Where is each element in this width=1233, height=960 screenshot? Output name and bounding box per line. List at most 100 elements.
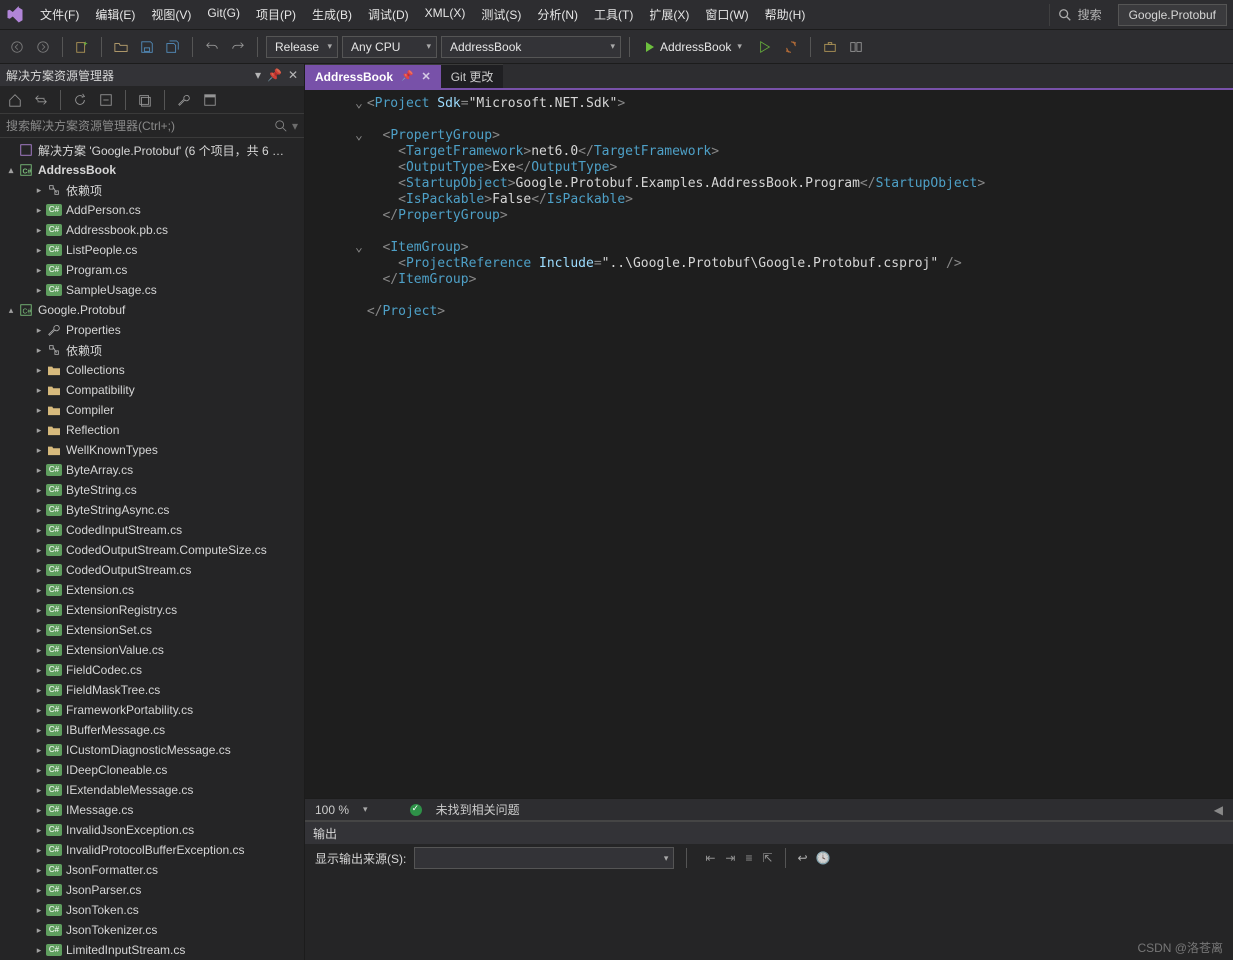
tree-item[interactable]: 解决方案 'Google.Protobuf' (6 个项目，共 6 … xyxy=(0,140,304,160)
expand-icon[interactable]: ▸ xyxy=(32,465,46,476)
expand-icon[interactable]: ▸ xyxy=(32,845,46,856)
tree-item[interactable]: ▸依赖项 xyxy=(0,340,304,360)
code-line[interactable]: <OutputType>Exe</OutputType> xyxy=(315,160,1233,176)
code-line[interactable]: </ItemGroup> xyxy=(315,272,1233,288)
pin-icon[interactable]: 📌 xyxy=(267,68,282,82)
solution-crumb[interactable]: Google.Protobuf xyxy=(1118,4,1227,26)
properties-icon[interactable] xyxy=(173,89,195,111)
expand-icon[interactable]: ▸ xyxy=(32,945,46,956)
tree-item[interactable]: ▸C#JsonToken.cs xyxy=(0,900,304,920)
configuration-combo[interactable]: Release xyxy=(266,36,338,58)
expand-icon[interactable]: ▴ xyxy=(4,165,18,176)
indent-right-icon[interactable]: ⇥ xyxy=(725,851,735,865)
expand-icon[interactable]: ▸ xyxy=(32,325,46,336)
menu-item-11[interactable]: 扩展(X) xyxy=(641,2,697,27)
tree-item[interactable]: ▸C#IBufferMessage.cs xyxy=(0,720,304,740)
tree-item[interactable]: ▸C#JsonParser.cs xyxy=(0,880,304,900)
expand-icon[interactable]: ▸ xyxy=(32,485,46,496)
expand-icon[interactable]: ▸ xyxy=(32,265,46,276)
menu-item-2[interactable]: 视图(V) xyxy=(143,2,199,27)
refresh-icon[interactable] xyxy=(69,89,91,111)
tree-item[interactable]: ▸C#ByteString.cs xyxy=(0,480,304,500)
code-line[interactable]: <ProjectReference Include="..\Google.Pro… xyxy=(315,256,1233,272)
expand-icon[interactable]: ▸ xyxy=(32,445,46,456)
tree-item[interactable]: ▸C#ICustomDiagnosticMessage.cs xyxy=(0,740,304,760)
expand-icon[interactable]: ▸ xyxy=(32,785,46,796)
tree-item[interactable]: ▸C#AddPerson.cs xyxy=(0,200,304,220)
tab-git-changes[interactable]: Git 更改 xyxy=(441,64,504,88)
expand-icon[interactable]: ▸ xyxy=(32,545,46,556)
expand-icon[interactable]: ▸ xyxy=(32,385,46,396)
tree-item[interactable]: ▸C#InvalidProtocolBufferException.cs xyxy=(0,840,304,860)
new-item-icon[interactable] xyxy=(71,36,93,58)
expand-icon[interactable]: ▸ xyxy=(32,425,46,436)
code-line[interactable]: <TargetFramework>net6.0</TargetFramework… xyxy=(315,144,1233,160)
indent-left-icon[interactable]: ⇤ xyxy=(705,851,715,865)
tree-item[interactable]: ▸C#InvalidJsonException.cs xyxy=(0,820,304,840)
tree-item[interactable]: ▸C#CodedOutputStream.ComputeSize.cs xyxy=(0,540,304,560)
tree-item[interactable]: ▸C#Extension.cs xyxy=(0,580,304,600)
open-icon[interactable] xyxy=(110,36,132,58)
menu-item-7[interactable]: XML(X) xyxy=(417,2,474,27)
tab-addressbook[interactable]: AddressBook 📌 ✕ xyxy=(305,64,441,88)
tree-item[interactable]: ▸C#CodedInputStream.cs xyxy=(0,520,304,540)
start-nodebug-icon[interactable] xyxy=(754,36,776,58)
expand-icon[interactable]: ▸ xyxy=(32,825,46,836)
save-all-icon[interactable] xyxy=(162,36,184,58)
tree-item[interactable]: ▸Compatibility xyxy=(0,380,304,400)
issues-text[interactable]: 未找到相关问题 xyxy=(436,801,520,818)
expand-icon[interactable]: ▸ xyxy=(32,345,46,356)
tree-item[interactable]: ▸C#IExtendableMessage.cs xyxy=(0,780,304,800)
expand-icon[interactable]: ▸ xyxy=(32,665,46,676)
tree-item[interactable]: ▸C#CodedOutputStream.cs xyxy=(0,560,304,580)
code-line[interactable]: ⌄<Project Sdk="Microsoft.NET.Sdk"> xyxy=(315,96,1233,112)
tree-item[interactable]: ▸C#ExtensionRegistry.cs xyxy=(0,600,304,620)
expand-icon[interactable]: ▸ xyxy=(32,365,46,376)
menu-search[interactable]: 搜索 xyxy=(1049,4,1110,26)
home-icon[interactable] xyxy=(4,89,26,111)
tree-item[interactable]: ▸C#FrameworkPortability.cs xyxy=(0,700,304,720)
panel-search[interactable]: 搜索解决方案资源管理器(Ctrl+;) ▾ xyxy=(0,114,304,138)
scroll-left-icon[interactable]: ◀ xyxy=(1214,803,1223,817)
code-editor[interactable]: ⌄<Project Sdk="Microsoft.NET.Sdk"> ⌄ <Pr… xyxy=(305,90,1233,798)
code-line[interactable]: ⌄ <PropertyGroup> xyxy=(315,128,1233,144)
tree-item[interactable]: ▸Reflection xyxy=(0,420,304,440)
hot-reload-icon[interactable] xyxy=(780,36,802,58)
preview-icon[interactable] xyxy=(199,89,221,111)
expand-icon[interactable]: ▸ xyxy=(32,405,46,416)
tree-item[interactable]: ▸C#FieldCodec.cs xyxy=(0,660,304,680)
menu-item-10[interactable]: 工具(T) xyxy=(586,2,641,27)
align-icon[interactable]: ≡ xyxy=(745,851,752,865)
menu-item-1[interactable]: 编辑(E) xyxy=(87,2,143,27)
output-source-combo[interactable] xyxy=(414,847,674,869)
code-line[interactable] xyxy=(315,288,1233,304)
wrap-icon[interactable]: ↩ xyxy=(798,851,808,865)
expand-icon[interactable]: ▸ xyxy=(32,905,46,916)
expand-icon[interactable]: ▸ xyxy=(32,885,46,896)
expand-icon[interactable]: ▸ xyxy=(32,765,46,776)
start-debug-button[interactable]: AddressBook ▾ xyxy=(638,36,750,58)
dropdown-icon[interactable]: ▾ xyxy=(255,68,261,82)
expand-icon[interactable]: ▸ xyxy=(32,245,46,256)
expand-icon[interactable]: ▸ xyxy=(32,225,46,236)
expand-icon[interactable]: ▴ xyxy=(4,305,18,316)
expand-icon[interactable]: ▸ xyxy=(32,805,46,816)
close-icon[interactable]: ✕ xyxy=(421,70,430,83)
tree-item[interactable]: ▸C#LimitedInputStream.cs xyxy=(0,940,304,960)
menu-item-3[interactable]: Git(G) xyxy=(199,2,248,27)
expand-icon[interactable]: ▸ xyxy=(32,205,46,216)
expand-icon[interactable]: ▸ xyxy=(32,505,46,516)
sync-icon[interactable] xyxy=(30,89,52,111)
code-line[interactable]: </PropertyGroup> xyxy=(315,208,1233,224)
tree-item[interactable]: ▸Collections xyxy=(0,360,304,380)
pin-icon[interactable]: 📌 xyxy=(401,71,413,82)
menu-item-9[interactable]: 分析(N) xyxy=(529,2,586,27)
tree-item[interactable]: ▸Compiler xyxy=(0,400,304,420)
solution-tree[interactable]: 解决方案 'Google.Protobuf' (6 个项目，共 6 …▴C#Ad… xyxy=(0,138,304,960)
tree-item[interactable]: ▸C#IDeepCloneable.cs xyxy=(0,760,304,780)
tree-item[interactable]: ▸C#ExtensionSet.cs xyxy=(0,620,304,640)
tree-item[interactable]: ▸C#Program.cs xyxy=(0,260,304,280)
close-icon[interactable]: ✕ xyxy=(288,68,298,82)
menu-item-5[interactable]: 生成(B) xyxy=(304,2,360,27)
expand-icon[interactable]: ▸ xyxy=(32,645,46,656)
